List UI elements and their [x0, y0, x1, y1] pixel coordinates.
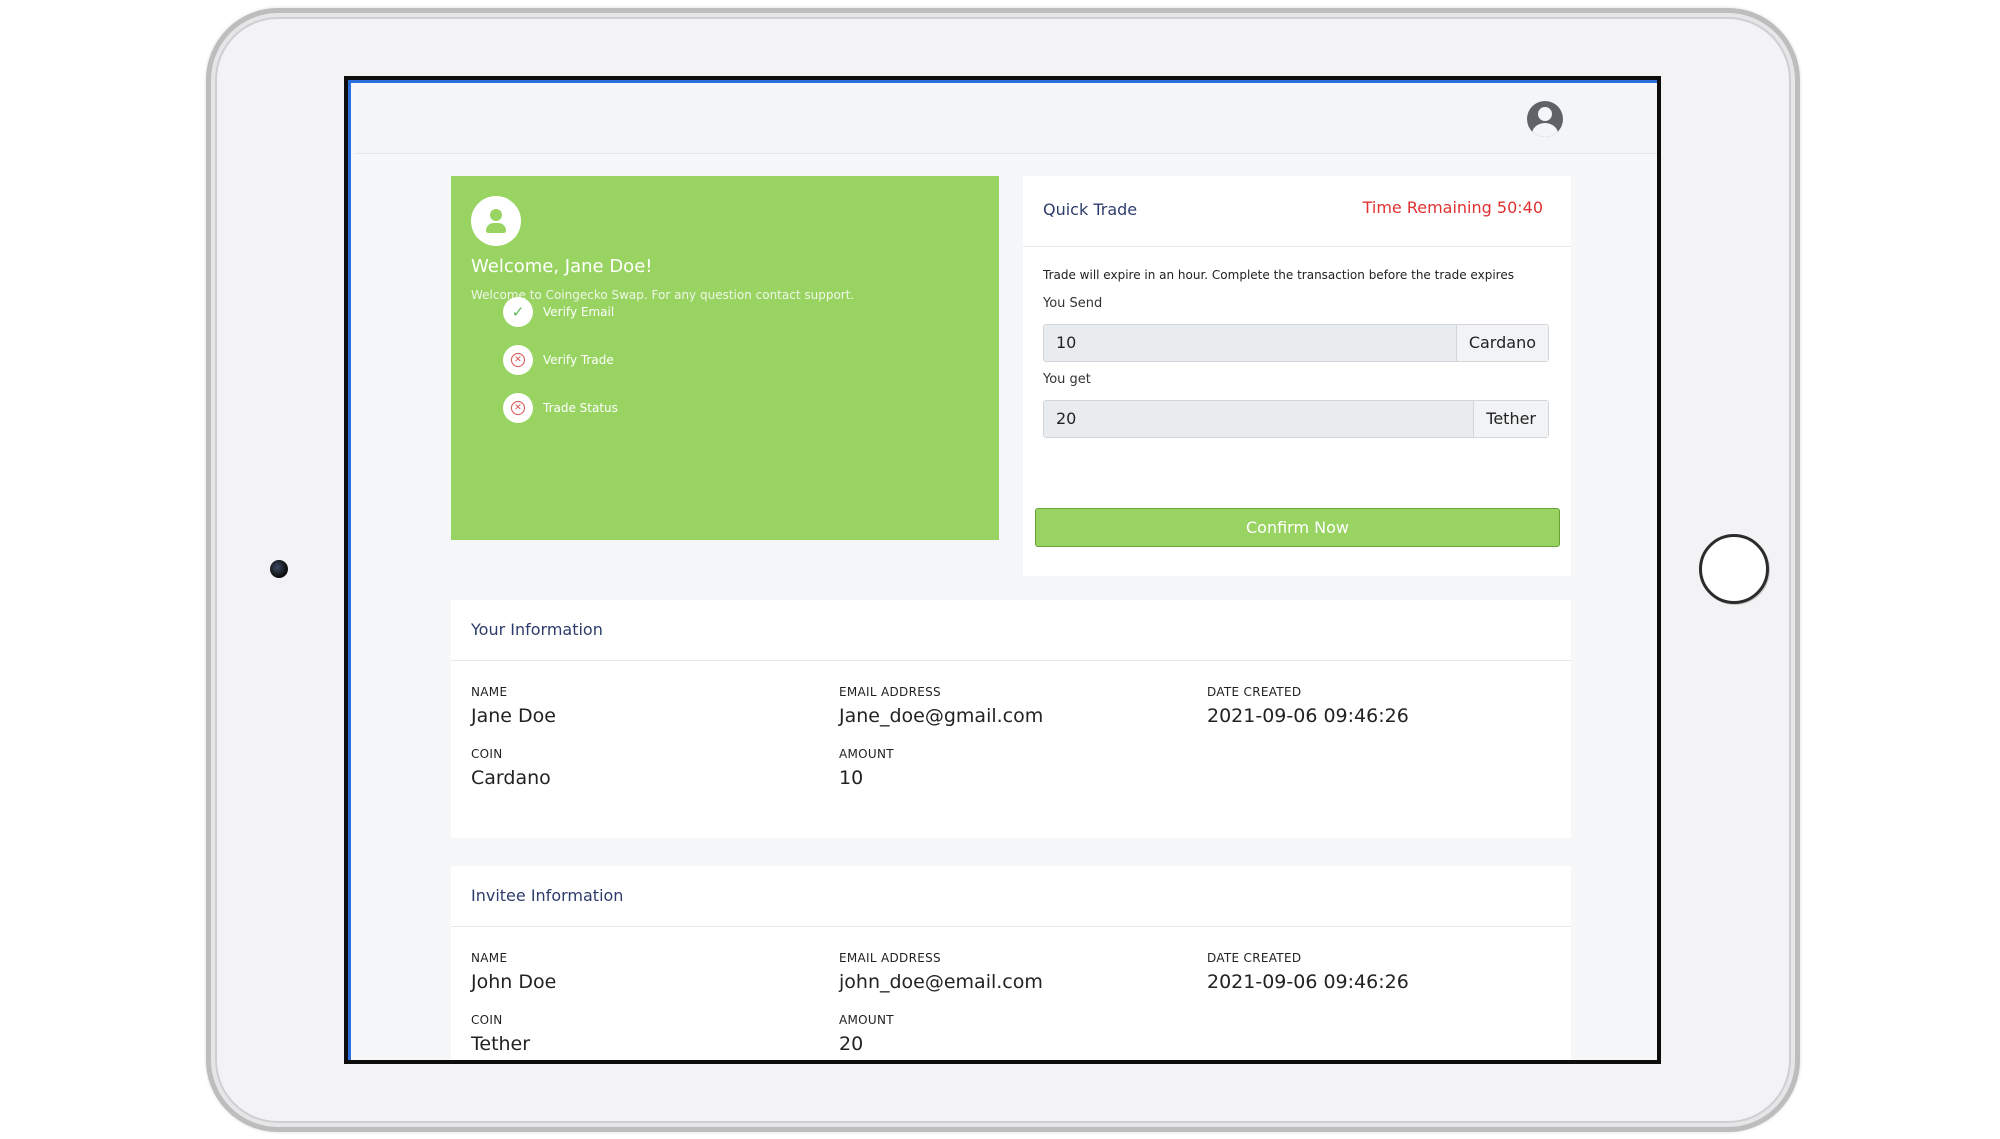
- step-verify-trade: ✕ Verify Trade: [503, 345, 614, 375]
- trade-note: Trade will expire in an hour. Complete t…: [1043, 268, 1514, 282]
- quick-trade-title: Quick Trade: [1043, 200, 1138, 219]
- send-amount-field[interactable]: 10 Cardano: [1043, 324, 1549, 362]
- coin-label: COIN: [471, 1013, 503, 1027]
- x-circle-icon: ✕: [503, 393, 533, 423]
- step-verify-email: ✓ Verify Email: [503, 297, 614, 327]
- camera-icon: [270, 560, 288, 578]
- email-label: EMAIL ADDRESS: [839, 685, 941, 699]
- user-avatar-icon[interactable]: [1527, 101, 1563, 137]
- email-value: Jane_doe@gmail.com: [839, 705, 1044, 727]
- your-name-field: NAME Jane Doe: [471, 685, 556, 727]
- send-label: You Send: [1043, 296, 1103, 311]
- invitee-information-card: Invitee Information NAME John Doe EMAIL …: [451, 866, 1571, 1060]
- email-value: john_doe@email.com: [839, 971, 1043, 993]
- user-icon: [471, 196, 521, 246]
- amount-label: AMOUNT: [839, 1013, 894, 1027]
- send-amount-input[interactable]: 10: [1044, 325, 1456, 361]
- step-label: Verify Trade: [543, 353, 614, 367]
- step-trade-status: ✕ Trade Status: [503, 393, 618, 423]
- invitee-name-field: NAME John Doe: [471, 951, 556, 993]
- check-icon: ✓: [503, 297, 533, 327]
- your-information-card: Your Information NAME Jane Doe EMAIL ADD…: [451, 600, 1571, 838]
- screen-content: Welcome, Jane Doe! Welcome to Coingecko …: [348, 80, 1657, 1060]
- x-circle-icon: ✕: [503, 345, 533, 375]
- date-label: DATE CREATED: [1207, 951, 1302, 965]
- step-label: Verify Email: [543, 305, 615, 319]
- name-label: NAME: [471, 951, 508, 965]
- amount-label: AMOUNT: [839, 747, 894, 761]
- get-label: You get: [1043, 372, 1091, 387]
- time-remaining: Time Remaining 50:40: [1362, 198, 1543, 217]
- your-email-field: EMAIL ADDRESS Jane_doe@gmail.com: [839, 685, 1043, 727]
- amount-value: 10: [839, 767, 864, 789]
- your-coin-field: COIN Cardano: [471, 747, 551, 789]
- invitee-date-field: DATE CREATED 2021-09-06 09:46:26: [1207, 951, 1409, 993]
- app-screen: Welcome, Jane Doe! Welcome to Coingecko …: [344, 76, 1661, 1064]
- top-navbar: [356, 87, 1657, 154]
- coin-value: Tether: [471, 1033, 531, 1055]
- date-value: 2021-09-06 09:46:26: [1207, 971, 1409, 993]
- quick-trade-card: Quick Trade Time Remaining 50:40 Trade w…: [1023, 176, 1571, 576]
- your-information-title: Your Information: [471, 620, 603, 639]
- welcome-card: Welcome, Jane Doe! Welcome to Coingecko …: [451, 176, 999, 540]
- quick-trade-header: Quick Trade Time Remaining 50:40: [1023, 176, 1571, 247]
- name-value: John Doe: [471, 971, 557, 993]
- coin-label: COIN: [471, 747, 503, 761]
- home-button[interactable]: [1699, 534, 1769, 604]
- coin-value: Cardano: [471, 767, 551, 789]
- email-label: EMAIL ADDRESS: [839, 951, 941, 965]
- get-coin-addon: Tether: [1473, 401, 1548, 437]
- invitee-email-field: EMAIL ADDRESS john_doe@email.com: [839, 951, 1043, 993]
- get-amount-input[interactable]: 20: [1044, 401, 1473, 437]
- send-coin-addon: Cardano: [1455, 325, 1548, 361]
- invitee-coin-field: COIN Tether: [471, 1013, 530, 1055]
- amount-value: 20: [839, 1033, 864, 1055]
- your-date-field: DATE CREATED 2021-09-06 09:46:26: [1207, 685, 1409, 727]
- name-label: NAME: [471, 685, 508, 699]
- date-label: DATE CREATED: [1207, 685, 1302, 699]
- invitee-amount-field: AMOUNT 20: [839, 1013, 894, 1055]
- confirm-now-button[interactable]: Confirm Now: [1035, 508, 1560, 547]
- get-amount-field[interactable]: 20 Tether: [1043, 400, 1549, 438]
- invitee-information-title: Invitee Information: [471, 886, 624, 905]
- your-amount-field: AMOUNT 10: [839, 747, 894, 789]
- welcome-title: Welcome, Jane Doe!: [471, 256, 653, 277]
- step-label: Trade Status: [543, 401, 618, 415]
- invitee-information-header: Invitee Information: [451, 866, 1571, 927]
- your-information-header: Your Information: [451, 600, 1571, 661]
- name-value: Jane Doe: [471, 705, 556, 727]
- date-value: 2021-09-06 09:46:26: [1207, 705, 1409, 727]
